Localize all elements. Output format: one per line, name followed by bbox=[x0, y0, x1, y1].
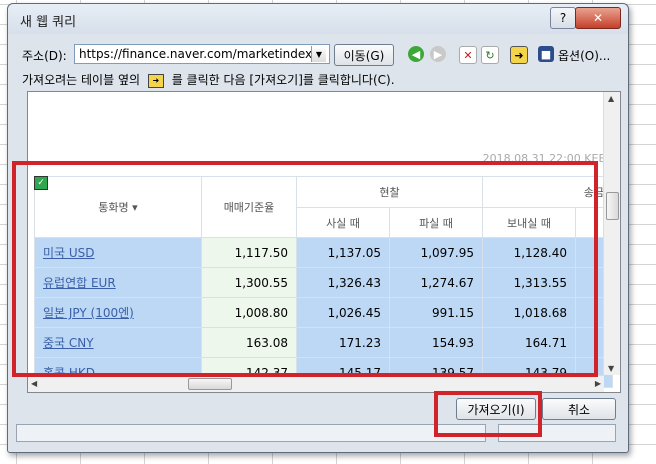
instruction-text: 가져오려는 테이블 옆의 ➜ 를 클릭한 다음 [가져오기]를 클릭합니다(C)… bbox=[22, 71, 395, 88]
import-highlight-box bbox=[434, 391, 542, 437]
scroll-right-icon[interactable]: ▶ bbox=[595, 379, 601, 388]
go-button[interactable]: 이동(G) bbox=[334, 44, 394, 66]
instruction-after: 를 클릭한 다음 [가져오기]를 클릭합니다(C). bbox=[171, 73, 395, 87]
scroll-down-icon[interactable]: ▼ bbox=[608, 364, 614, 373]
scroll-up-icon[interactable]: ▲ bbox=[608, 94, 614, 103]
table-arrow-icon: ➜ bbox=[147, 73, 164, 88]
cancel-button[interactable]: 취소 bbox=[542, 398, 616, 420]
hide-icons-icon[interactable]: ➜ bbox=[510, 46, 528, 64]
table-highlight-box bbox=[12, 161, 598, 377]
address-input[interactable]: https://finance.naver.com/marketindex bbox=[74, 44, 330, 64]
options-button[interactable]: 옵션(O)... bbox=[558, 47, 610, 64]
close-button[interactable]: ✕ bbox=[575, 7, 621, 29]
window-title: 새 웹 쿼리 bbox=[20, 15, 77, 30]
stop-icon[interactable]: ✕ bbox=[459, 46, 477, 64]
instruction-before: 가져오려는 테이블 옆의 bbox=[22, 73, 141, 87]
refresh-icon[interactable]: ↻ bbox=[481, 46, 499, 64]
horizontal-scrollbar[interactable]: ◀ ▶ bbox=[28, 375, 604, 392]
address-dropdown-icon[interactable]: ▼ bbox=[311, 46, 326, 62]
vertical-scrollbar[interactable]: ▲ ▼ bbox=[603, 92, 620, 375]
vertical-scroll-thumb[interactable] bbox=[606, 192, 619, 220]
back-icon[interactable]: ◀ bbox=[408, 46, 424, 62]
address-label: 주소(D): bbox=[22, 49, 67, 63]
title-bar: 새 웹 쿼리 ? ✕ bbox=[8, 4, 628, 34]
help-button[interactable]: ? bbox=[550, 7, 576, 29]
status-bar bbox=[16, 424, 486, 442]
forward-icon[interactable]: ▶ bbox=[430, 46, 446, 62]
scroll-left-icon[interactable]: ◀ bbox=[31, 379, 37, 388]
horizontal-scroll-thumb[interactable] bbox=[188, 378, 232, 390]
save-query-icon[interactable]: ■ bbox=[538, 46, 554, 62]
address-toolbar: 주소(D): https://finance.naver.com/marketi… bbox=[22, 44, 622, 66]
